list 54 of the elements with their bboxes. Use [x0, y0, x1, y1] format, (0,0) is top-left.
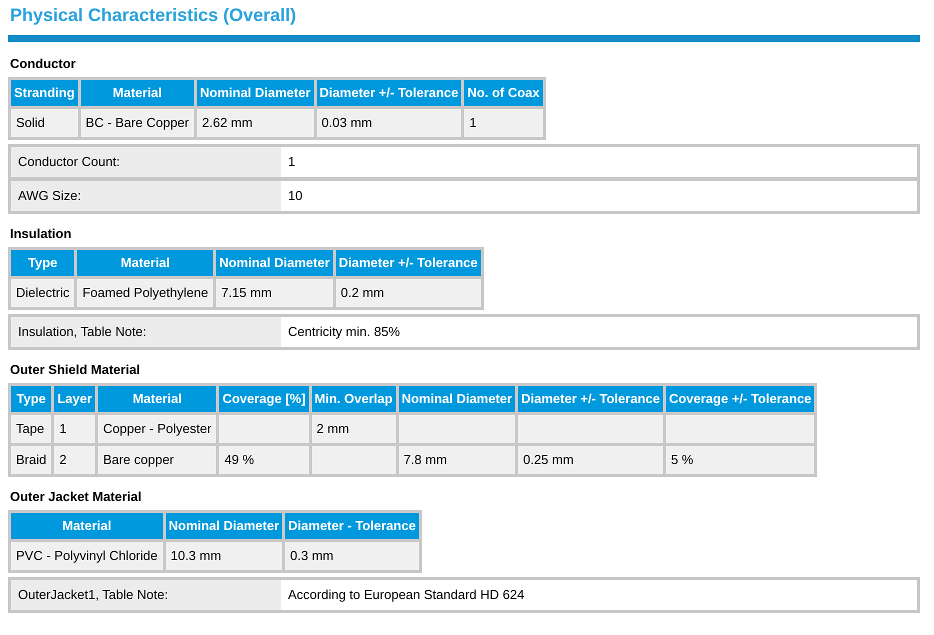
column-header: No. of Coax [464, 80, 543, 106]
column-header: Stranding [11, 80, 78, 106]
table-cell: Copper - Polyester [98, 415, 216, 443]
table-cell: Tape [11, 415, 52, 443]
table-cell: Solid [11, 109, 78, 137]
column-header: Type [11, 386, 52, 412]
table-cell: 0.3 mm [285, 542, 419, 570]
property-label: OuterJacket1, Table Note: [11, 580, 281, 610]
table-cell: 0.25 mm [518, 446, 663, 474]
column-header: Nominal Diameter [197, 80, 314, 106]
property-value: 1 [281, 147, 917, 177]
table-cell: BC - Bare Copper [80, 109, 194, 137]
table-cell: 2 mm [312, 415, 396, 443]
table-cell: 5 % [666, 446, 814, 474]
table-cell: 1 [54, 415, 96, 443]
table-cell: PVC - Polyvinyl Chloride [11, 542, 163, 570]
property-label: Insulation, Table Note: [11, 317, 281, 347]
column-header: Diameter +/- Tolerance [518, 386, 663, 412]
column-header: Type [11, 250, 74, 276]
table-cell: 1 [464, 109, 543, 137]
column-header: Material [77, 250, 214, 276]
page-title: Physical Characteristics (Overall) [9, 4, 298, 27]
section-heading: Outer Shield Material [9, 362, 142, 378]
table-cell: 7.15 mm [216, 279, 333, 307]
column-header: Nominal Diameter [216, 250, 333, 276]
column-header: Layer [54, 386, 96, 412]
property-label: Conductor Count: [11, 147, 281, 177]
column-header: Nominal Diameter [398, 386, 516, 412]
table-cell: 10.3 mm [166, 542, 282, 570]
property-value: Centricity min. 85% [281, 317, 917, 347]
column-header: Coverage +/- Tolerance [666, 386, 814, 412]
table-cell: 0.03 mm [316, 109, 462, 137]
section-heading: Insulation [9, 226, 72, 242]
column-header: Nominal Diameter [166, 513, 282, 539]
table-cell: 2 [54, 446, 96, 474]
column-header: Material [11, 513, 163, 539]
column-header: Coverage [%] [219, 386, 309, 412]
table-cell: 0.2 mm [336, 279, 481, 307]
column-header: Material [98, 386, 216, 412]
column-header: Material [80, 80, 194, 106]
property-value: According to European Standard HD 624 [281, 580, 917, 610]
table-cell: Foamed Polyethylene [77, 279, 214, 307]
section-heading: Outer Jacket Material [9, 489, 143, 505]
table-cell: 2.62 mm [197, 109, 314, 137]
column-header: Diameter +/- Tolerance [316, 80, 462, 106]
column-header: Diameter - Tolerance [285, 513, 419, 539]
column-header: Min. Overlap [312, 386, 396, 412]
section-heading: Conductor [9, 56, 77, 72]
table-cell: Braid [11, 446, 52, 474]
table-cell: 49 % [219, 446, 309, 474]
table-cell: 7.8 mm [398, 446, 516, 474]
column-header: Diameter +/- Tolerance [336, 250, 481, 276]
table-cell: Dielectric [11, 279, 74, 307]
table-cell: Bare copper [98, 446, 216, 474]
